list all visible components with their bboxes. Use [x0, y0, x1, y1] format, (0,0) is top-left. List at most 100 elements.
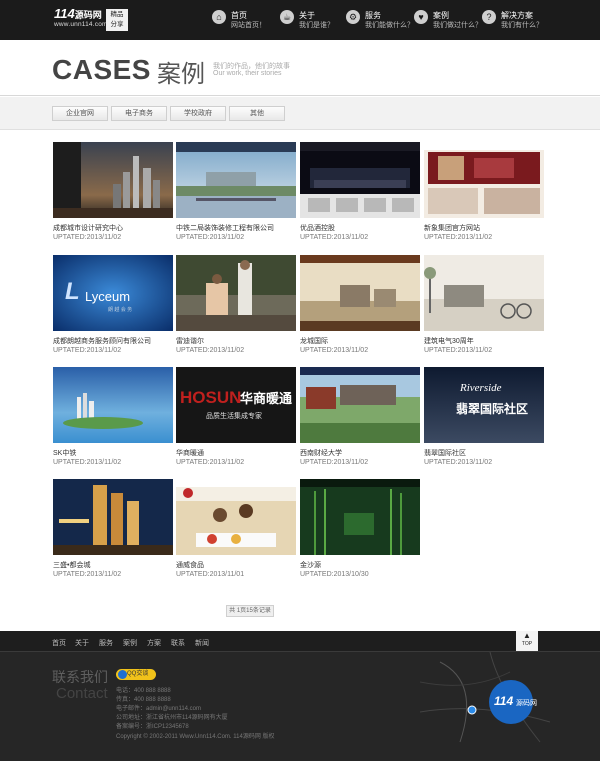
case-name[interactable]: 建筑电气30周年: [424, 336, 474, 346]
footer-link-home[interactable]: 首页: [52, 638, 66, 648]
contact-address: 公司地址：浙江省杭州市114源码网有大厦: [116, 715, 228, 721]
nav-subtitle: 我们是谁？: [299, 22, 334, 29]
case-thumbnail[interactable]: [176, 479, 296, 555]
case-thumbnail[interactable]: L Lyceum 朗 越 会 务: [53, 255, 173, 331]
case-date: UPTATED:2013/11/02: [300, 347, 369, 354]
case-name[interactable]: 通威食品: [176, 560, 204, 570]
lyceum-logo-text: Lyceum: [85, 289, 130, 304]
case-name[interactable]: 三盛•都会城: [53, 560, 90, 570]
logo-url: www.unn114.com: [54, 21, 108, 28]
footer-link-about[interactable]: 关于: [75, 638, 89, 648]
nav-subtitle: 我们有什么？: [501, 22, 543, 29]
case-thumbnail[interactable]: [53, 367, 173, 443]
case-card[interactable]: HOSUN 华商暖通 品质生活集成专家 华商暖通 UPTATED:2013/11…: [176, 367, 296, 466]
filter-tab-ecommerce[interactable]: 电子商务: [111, 106, 167, 121]
riverside-logo-text: Riverside: [459, 382, 502, 394]
case-date: UPTATED:2013/11/02: [424, 347, 493, 354]
case-thumbnail[interactable]: [176, 142, 296, 218]
site-logo[interactable]: 114源码网 www.unn114.com: [54, 6, 108, 28]
case-date: UPTATED:2013/11/02: [53, 571, 122, 578]
case-card[interactable]: 新象集团官方网站 UPTATED:2013/11/02: [424, 142, 544, 241]
filter-tab-school-gov[interactable]: 学校政府: [170, 106, 226, 121]
location-map[interactable]: 114 源码网: [420, 652, 550, 752]
arrow-up-icon: ▲: [523, 631, 531, 640]
qq-chat-button[interactable]: QQ交谈: [116, 669, 156, 680]
case-thumbnail[interactable]: [53, 479, 173, 555]
case-name[interactable]: SK中铁: [53, 448, 76, 458]
nav-subtitle: 我们能做什么？: [365, 22, 414, 29]
copyright: Copyright © 2002-2011 Www.Unn114.Com. 11…: [116, 734, 275, 740]
map-pin-icon: [467, 705, 477, 715]
case-thumbnail[interactable]: [300, 479, 420, 555]
case-thumbnail[interactable]: [424, 142, 544, 218]
case-name[interactable]: 中铁二局装饰装修工程有限公司: [176, 223, 274, 233]
case-name[interactable]: 成都城市设计研究中心: [53, 223, 123, 233]
back-to-top-label: TOP: [521, 641, 533, 647]
case-date: UPTATED:2013/11/02: [424, 459, 493, 466]
case-card[interactable]: 龙城国际 UPTATED:2013/11/02: [300, 255, 420, 354]
case-date: UPTATED:2013/11/02: [176, 347, 245, 354]
lyceum-logo-subtext: 朗 越 会 务: [108, 306, 132, 313]
case-name[interactable]: 优品酒控股: [300, 223, 335, 233]
case-name[interactable]: 雷迪谐尔: [176, 336, 204, 346]
featured-badge: 精品 分享: [106, 9, 128, 31]
case-card[interactable]: 金沙源 UPTATED:2013/10/30: [300, 479, 420, 578]
footer-link-solutions[interactable]: 方案: [147, 638, 161, 648]
case-thumbnail[interactable]: [53, 142, 173, 218]
case-thumbnail[interactable]: [300, 255, 420, 331]
case-date: UPTATED:2013/11/02: [53, 347, 122, 354]
contact-email: 电子邮件：admin@unn114.com: [116, 706, 202, 712]
badge-line2: 分享: [110, 21, 124, 28]
case-name[interactable]: 华商暖通: [176, 448, 204, 458]
case-date: UPTATED:2013/11/01: [176, 571, 245, 578]
case-thumbnail[interactable]: HOSUN 华商暖通 品质生活集成专家: [176, 367, 296, 443]
case-card[interactable]: 中铁二局装饰装修工程有限公司 UPTATED:2013/11/02: [176, 142, 296, 241]
case-name[interactable]: 新象集团官方网站: [424, 223, 480, 233]
case-name[interactable]: 成都朗越商务服务顾问有限公司: [53, 336, 151, 346]
back-to-top-button[interactable]: ▲ TOP: [516, 631, 538, 651]
footer-link-news[interactable]: 新闻: [195, 638, 209, 648]
case-card[interactable]: 建筑电气30周年 UPTATED:2013/11/02: [424, 255, 544, 354]
contact-heading-en: Contact: [56, 685, 108, 702]
contact-phone: 电话：400 888 8888: [116, 688, 171, 694]
case-date: UPTATED:2013/11/02: [176, 234, 245, 241]
case-card[interactable]: Riverside 翡翠国际社区 翡翠国际社区 UPTATED:2013/11/…: [424, 367, 544, 466]
case-thumbnail[interactable]: [176, 255, 296, 331]
footer-link-contact[interactable]: 联系: [171, 638, 185, 648]
case-date: UPTATED:2013/11/02: [53, 234, 122, 241]
gear-icon: ⚙: [346, 10, 360, 24]
case-date: UPTATED:2013/11/02: [53, 459, 122, 466]
case-date: UPTATED:2013/11/02: [300, 459, 369, 466]
case-card[interactable]: 通威食品 UPTATED:2013/11/01: [176, 479, 296, 578]
hosun-slogan: 品质生活集成专家: [206, 411, 262, 420]
filter-tab-other[interactable]: 其他: [229, 106, 285, 121]
case-thumbnail[interactable]: Riverside 翡翠国际社区: [424, 367, 544, 443]
case-card[interactable]: SK中铁 UPTATED:2013/11/02: [53, 367, 173, 466]
badge-line1: 精品: [110, 11, 124, 18]
filter-tab-corporate[interactable]: 企业官网: [52, 106, 108, 121]
footer-link-services[interactable]: 服务: [99, 638, 113, 648]
case-name[interactable]: 翡翠国际社区: [424, 448, 466, 458]
footer-nav: [0, 631, 600, 652]
map-logo-number: 114: [494, 694, 513, 708]
case-card[interactable]: 优品酒控股 UPTATED:2013/11/02: [300, 142, 420, 241]
heart-icon: ♥: [414, 10, 428, 24]
footer-link-cases[interactable]: 案例: [123, 638, 137, 648]
logo-cn: 源码网: [74, 10, 102, 20]
case-thumbnail[interactable]: [300, 142, 420, 218]
case-thumbnail[interactable]: [300, 367, 420, 443]
case-name[interactable]: 龙城国际: [300, 336, 328, 346]
case-name[interactable]: 西南财经大学: [300, 448, 342, 458]
case-card[interactable]: 三盛•都会城 UPTATED:2013/11/02: [53, 479, 173, 578]
case-date: UPTATED:2013/10/30: [300, 571, 369, 578]
case-card[interactable]: L Lyceum 朗 越 会 务 成都朗越商务服务顾问有限公司 UPTATED:…: [53, 255, 173, 354]
question-icon: ?: [482, 10, 496, 24]
contact-heading: 联系我们: [52, 669, 108, 685]
case-card[interactable]: 西南财经大学 UPTATED:2013/11/02: [300, 367, 420, 466]
case-card[interactable]: 雷迪谐尔 UPTATED:2013/11/02: [176, 255, 296, 354]
coffee-icon: ☕: [280, 10, 294, 24]
case-name[interactable]: 金沙源: [300, 560, 321, 570]
case-card[interactable]: 成都城市设计研究中心 UPTATED:2013/11/02: [53, 142, 173, 241]
hosun-logo-cn: 华商暖通: [240, 391, 292, 406]
case-thumbnail[interactable]: [424, 255, 544, 331]
